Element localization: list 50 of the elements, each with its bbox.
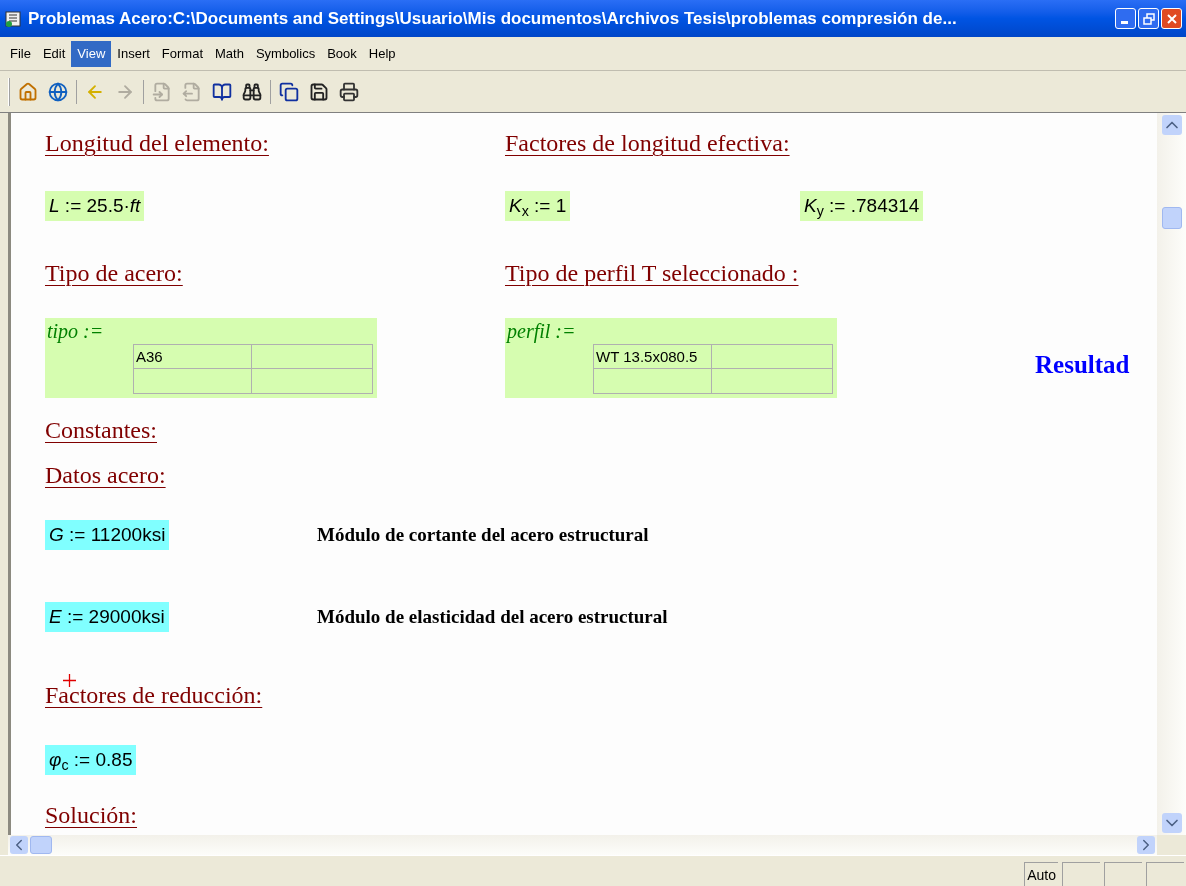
- section-heading: Constantes:: [45, 417, 157, 443]
- close-icon: [1165, 12, 1178, 25]
- math-region[interactable]: G := 11200ksi: [45, 520, 170, 550]
- input-table-region[interactable]: perfil := WT 13.5x080.5: [505, 318, 837, 398]
- window-title: Problemas Acero:C:\Documents and Settings\Usuario\Mis documentos\Archivos Tesis\problemas compresión de...: [28, 7, 958, 30]
- math-region[interactable]: K$_{x}$ := 1: [505, 191, 571, 221]
- vertical-scrollbar[interactable]: [1157, 113, 1186, 835]
- math-region[interactable]: L := 25.5·ft: [45, 191, 145, 221]
- math-region[interactable]: E := 29000ksi: [45, 602, 169, 632]
- status-panel: [1104, 862, 1142, 886]
- menu-item[interactable]: Math: [209, 40, 250, 67]
- result-heading: Resultad: [1035, 351, 1130, 378]
- horizontal-scrollbar[interactable]: [8, 835, 1157, 855]
- description-text: Módulo de cortante del acero estructural: [317, 524, 649, 545]
- status-panel: Auto: [1024, 862, 1058, 886]
- minimize-button[interactable]: [1115, 8, 1136, 29]
- menu-item[interactable]: Edit: [36, 40, 72, 67]
- section-heading: Tipo de perfil T seleccionado :: [505, 260, 799, 286]
- scroll-thumb[interactable]: [1161, 207, 1182, 229]
- menu-item[interactable]: File: [4, 40, 37, 67]
- scroll-up-icon[interactable]: [1161, 115, 1182, 135]
- section-heading: Solución:: [45, 802, 137, 828]
- menu-item[interactable]: Format: [155, 40, 209, 67]
- description-text: Módulo de elasticidad del acero estructural: [317, 606, 668, 627]
- section-heading: Tipo de acero:: [45, 260, 183, 286]
- restore-icon: [1142, 12, 1155, 25]
- menu-item[interactable]: Insert: [111, 40, 156, 67]
- status-panel: [1062, 862, 1100, 886]
- minimize-icon: [1121, 21, 1128, 24]
- menu-item[interactable]: Book: [321, 40, 363, 67]
- menu-item[interactable]: View: [71, 40, 112, 67]
- section-heading: Factores de longitud efectiva:: [505, 130, 790, 156]
- menu-item[interactable]: Symbolics: [249, 40, 322, 67]
- section-heading: Longitud del elemento:: [45, 130, 269, 156]
- variable-name: tipo :=: [47, 320, 105, 345]
- math-region[interactable]: K$_{y}$ := .784314: [800, 191, 924, 221]
- app-icon: [4, 9, 22, 28]
- scroll-right-icon[interactable]: [1137, 836, 1155, 854]
- section-heading: Datos acero:: [45, 462, 166, 488]
- scroll-down-icon[interactable]: [1161, 813, 1182, 833]
- variable-name: perfil :=: [507, 320, 577, 345]
- section-heading: Factores de reducción:: [45, 682, 263, 708]
- math-region[interactable]: φ$_{c}$ := 0.85: [45, 745, 137, 775]
- status-panel: [1146, 862, 1184, 886]
- menu-item[interactable]: Help: [362, 40, 402, 67]
- input-table-region[interactable]: tipo := A36: [45, 318, 377, 398]
- close-button[interactable]: [1161, 8, 1182, 29]
- scroll-thumb[interactable]: [30, 836, 52, 854]
- restore-button[interactable]: [1138, 8, 1159, 29]
- scroll-left-icon[interactable]: [10, 836, 28, 854]
